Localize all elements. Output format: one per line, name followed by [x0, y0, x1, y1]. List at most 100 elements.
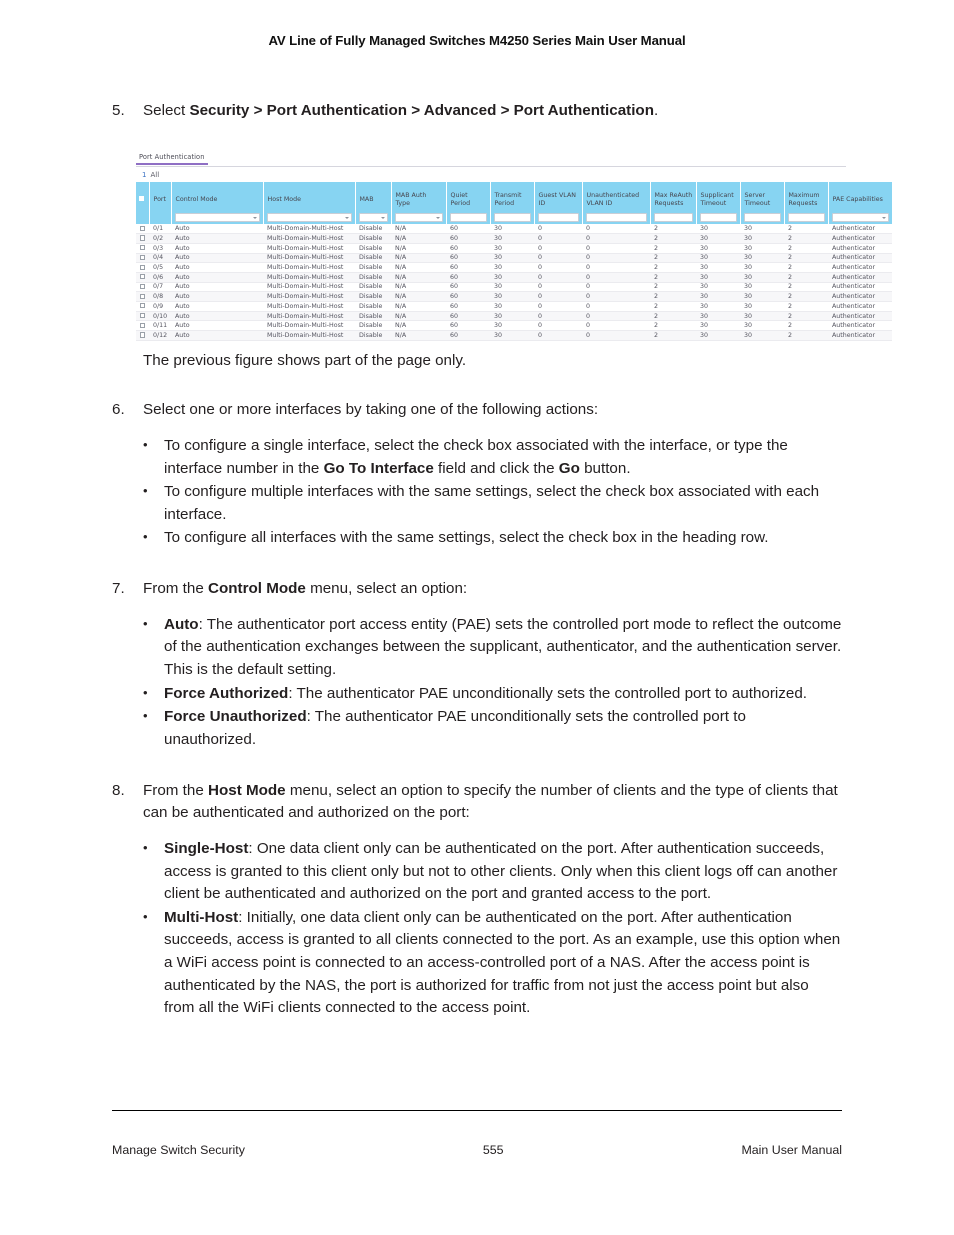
text-input[interactable] [449, 213, 487, 222]
filter-input-server-timeout[interactable] [740, 211, 785, 224]
filter-select-mab[interactable] [355, 211, 392, 224]
list-item: • To configure multiple interfaces with t… [143, 481, 842, 526]
filter-input-guest-vlan-id[interactable] [534, 211, 583, 224]
cell-quiet-period: 60 [446, 224, 490, 235]
checkbox-icon[interactable] [140, 332, 146, 338]
chevron-down-icon[interactable] [174, 213, 260, 222]
filter-select-mab-auth-type[interactable] [391, 211, 447, 224]
row-select-checkbox[interactable] [136, 330, 149, 341]
table-row[interactable]: 0/1 Auto Multi-Domain-Multi-Host Disable N/A… [136, 224, 892, 235]
table-row[interactable]: 0/6 Auto Multi-Domain-Multi-Host Disable N/A… [136, 272, 892, 283]
cell-quiet-period: 60 [446, 301, 490, 312]
cell-control-mode: Auto [171, 262, 263, 273]
table-row[interactable]: 0/9 Auto Multi-Domain-Multi-Host Disable N/A… [136, 301, 892, 312]
row-select-checkbox[interactable] [136, 262, 149, 273]
table-row[interactable]: 0/8 Auto Multi-Domain-Multi-Host Disable N/A… [136, 291, 892, 302]
checkbox-icon[interactable] [140, 303, 146, 309]
filter-empty-cell[interactable] [149, 211, 172, 224]
cell-mab: Disable [355, 330, 391, 341]
filter-select-pae-capabilities[interactable] [828, 211, 893, 224]
table-row[interactable]: 0/11 Auto Multi-Domain-Multi-Host Disable N/… [136, 320, 892, 332]
row-select-checkbox[interactable] [136, 243, 149, 254]
row-select-checkbox[interactable] [136, 282, 149, 293]
chevron-down-icon[interactable] [831, 213, 889, 222]
row-select-checkbox[interactable] [136, 233, 149, 244]
checkbox-icon[interactable] [140, 245, 146, 251]
table-row[interactable]: 0/10 Auto Multi-Domain-Multi-Host Disable N/… [136, 311, 892, 322]
text-input[interactable] [699, 213, 737, 222]
cell-mab: Disable [355, 233, 391, 244]
checkbox-icon[interactable] [140, 274, 146, 280]
column-header-port: Port [149, 188, 172, 211]
filter-input-unauthenticated-vlan-id[interactable] [582, 211, 651, 224]
body-text: field and click the [433, 459, 559, 477]
filter-input-transmit-period[interactable] [490, 211, 535, 224]
text-input[interactable] [493, 213, 531, 222]
text-input[interactable] [585, 213, 647, 222]
row-select-checkbox[interactable] [136, 272, 149, 283]
port-authentication-table: Port Control Mode Host Mode MAB MAB Auth Typ… [136, 182, 893, 341]
cell-host-mode: Multi-Domain-Multi-Host [263, 311, 355, 322]
cell-mab-auth-type: N/A [391, 233, 446, 244]
text-input[interactable] [537, 213, 579, 222]
text-input[interactable] [743, 213, 781, 222]
cell-max-reauth-requests: 2 [650, 282, 696, 293]
page-all-link[interactable]: All [150, 171, 159, 179]
row-select-checkbox[interactable] [136, 253, 149, 264]
checkbox-icon[interactable] [140, 225, 146, 231]
filter-input-supplicant-timeout[interactable] [696, 211, 741, 224]
cell-unauth-vlan-id: 0 [582, 301, 650, 312]
checkbox-icon[interactable] [140, 264, 146, 270]
cell-guest-vlan-id: 0 [534, 262, 582, 273]
cell-host-mode: Multi-Domain-Multi-Host [263, 253, 355, 264]
chevron-down-icon[interactable] [358, 213, 388, 222]
step-6: 6. Select one or more interfaces by taki… [112, 399, 842, 422]
row-select-checkbox[interactable] [136, 291, 149, 302]
checkbox-icon[interactable] [140, 235, 146, 241]
text-input[interactable] [653, 213, 693, 222]
table-row[interactable]: 0/7 Auto Multi-Domain-Multi-Host Disable N/A… [136, 282, 892, 293]
cell-control-mode: Auto [171, 243, 263, 254]
row-select-checkbox[interactable] [136, 301, 149, 312]
table-row[interactable]: 0/2 Auto Multi-Domain-Multi-Host Disable N/A… [136, 233, 892, 244]
filter-input-max-reauth-requests[interactable] [650, 211, 697, 224]
row-select-checkbox[interactable] [136, 320, 149, 332]
chevron-down-icon[interactable] [266, 213, 352, 222]
list-item: • Force Authorized: The authenticator PAE… [143, 683, 842, 706]
table-row[interactable]: 0/5 Auto Multi-Domain-Multi-Host Disable N/A… [136, 262, 892, 273]
row-select-checkbox[interactable] [136, 224, 149, 235]
body-text: button. [579, 459, 631, 477]
body-text: : The authenticator port access entity (… [164, 615, 842, 679]
cell-server-timeout: 30 [740, 301, 784, 312]
cell-maximum-requests: 2 [784, 282, 828, 293]
checkbox-icon[interactable] [140, 322, 146, 328]
filter-input-maximum-requests[interactable] [784, 211, 829, 224]
select-all-checkbox[interactable] [136, 188, 150, 211]
checkbox-icon[interactable] [140, 293, 146, 299]
step-7: 7. From the Control Mode menu, select an… [112, 578, 842, 601]
cell-mab-auth-type: N/A [391, 282, 446, 293]
text-input[interactable] [787, 213, 825, 222]
checkbox-icon[interactable] [140, 254, 146, 260]
checkbox-icon[interactable] [139, 196, 145, 202]
tab-port-authentication[interactable]: Port Authentication [136, 152, 209, 165]
filter-select-host-mode[interactable] [263, 211, 356, 224]
step-8-bullets: • Single-Host: One data client only can b… [143, 838, 842, 1020]
filter-select-control-mode[interactable] [171, 211, 264, 224]
table-row[interactable]: 0/12 Auto Multi-Domain-Multi-Host Disable N/… [136, 330, 892, 341]
checkbox-icon[interactable] [140, 283, 146, 290]
filter-input-quiet-period[interactable] [446, 211, 491, 224]
cell-port: 0/12 [149, 330, 171, 341]
checkbox-icon[interactable] [140, 312, 146, 319]
page-number-1[interactable]: 1 [142, 171, 146, 179]
row-select-checkbox[interactable] [136, 311, 149, 322]
cell-maximum-requests: 2 [784, 291, 828, 302]
table-row[interactable]: 0/4 Auto Multi-Domain-Multi-Host Disable N/A… [136, 253, 892, 264]
chevron-down-icon[interactable] [394, 213, 443, 222]
cell-pae-capabilities: Authenticator [828, 253, 892, 264]
cell-maximum-requests: 2 [784, 272, 828, 283]
cell-control-mode: Auto [171, 320, 263, 332]
cell-port: 0/4 [149, 253, 171, 264]
table-row[interactable]: 0/3 Auto Multi-Domain-Multi-Host Disable N/A… [136, 243, 892, 254]
